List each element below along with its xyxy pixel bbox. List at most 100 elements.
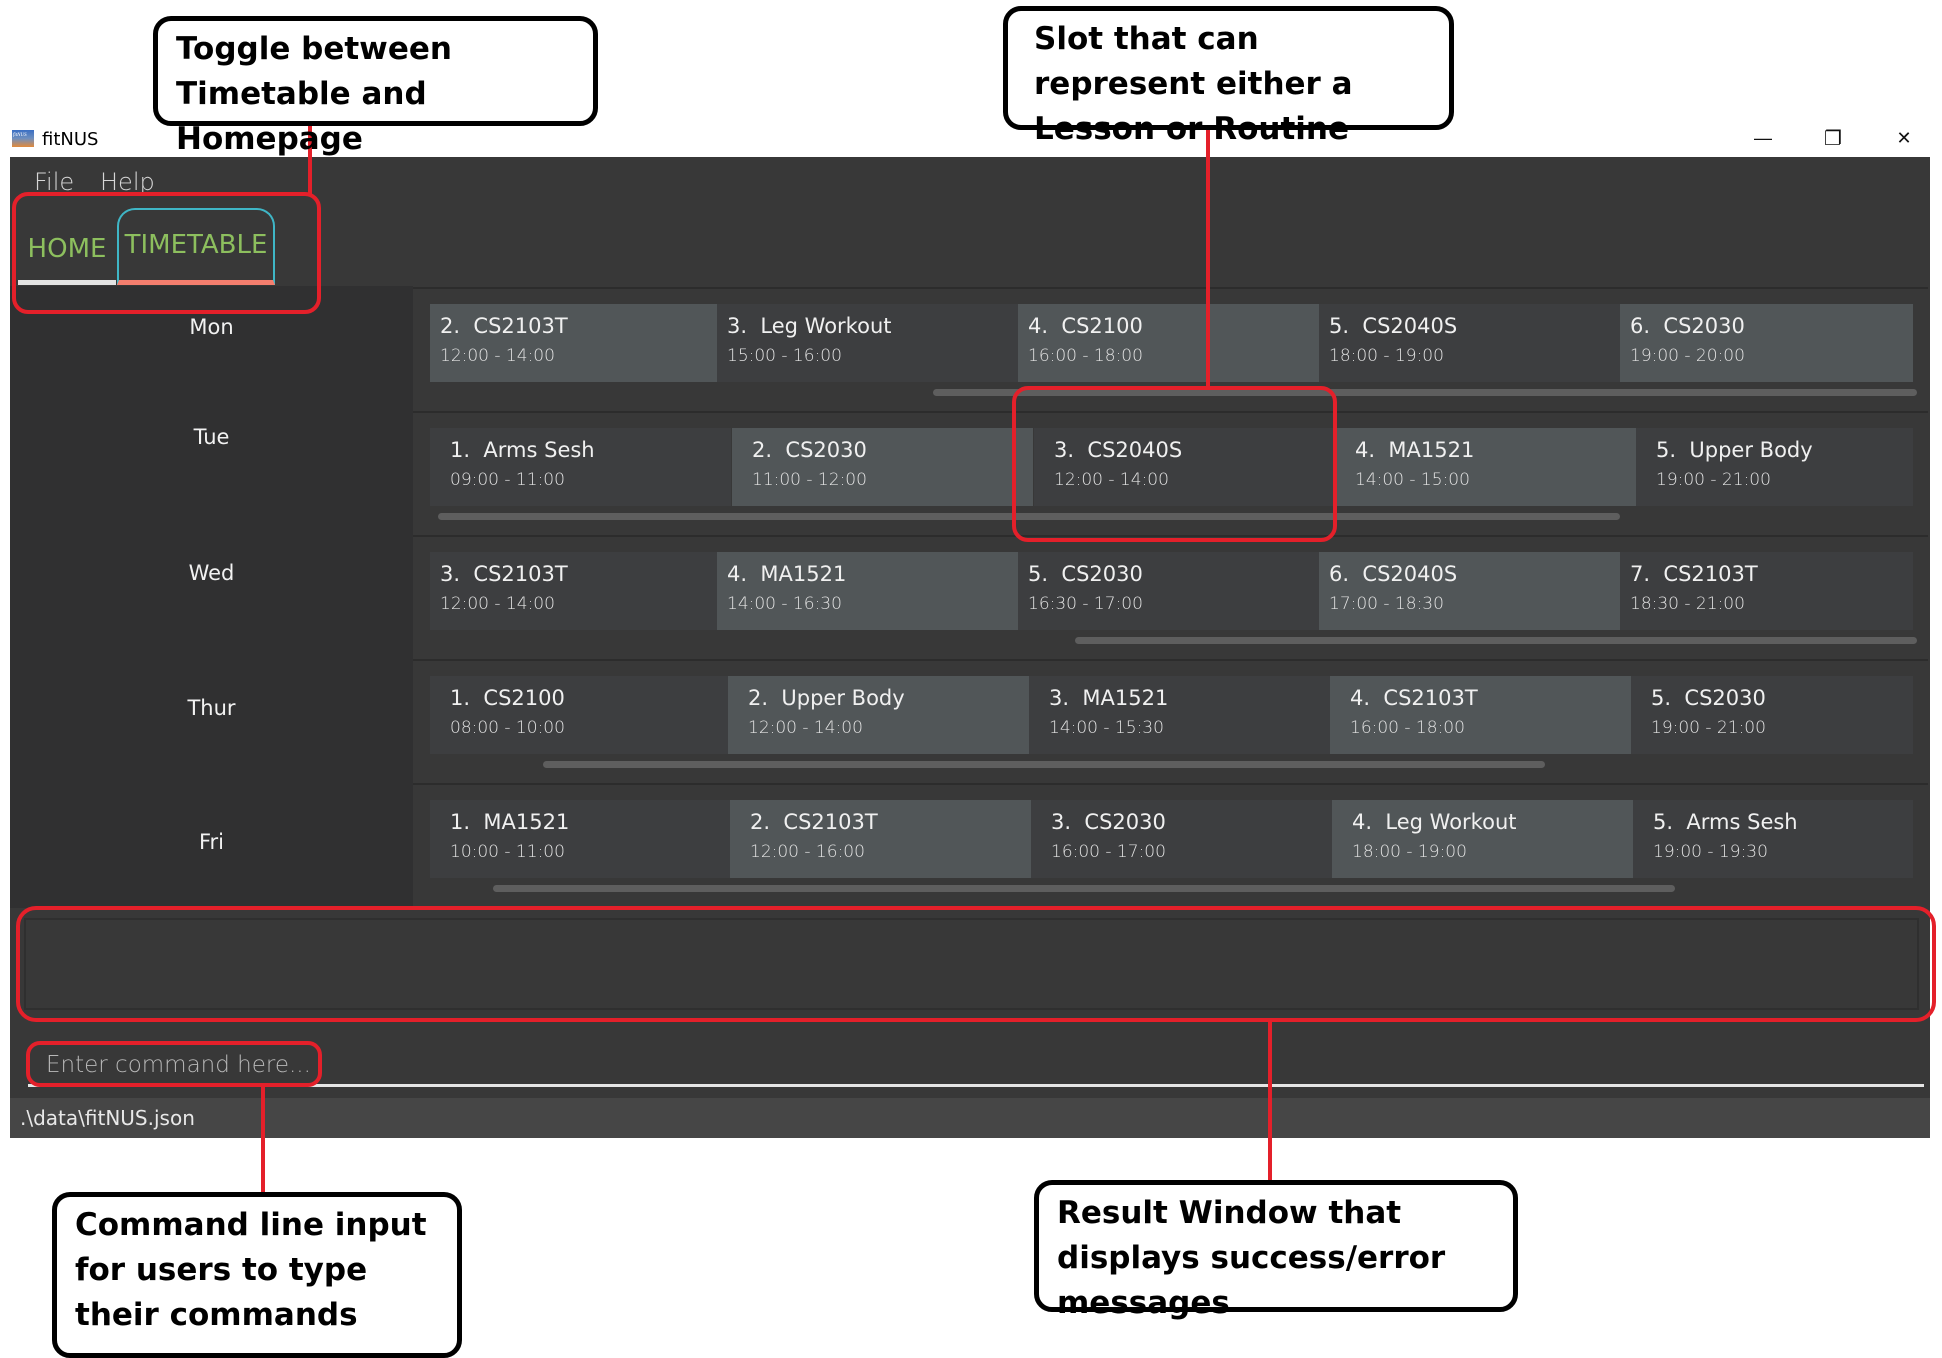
close-icon[interactable]: ✕ — [1886, 124, 1922, 152]
timetable-slot[interactable]: 1. Arms Sesh 09:00 - 11:00 — [430, 428, 731, 506]
annotation-callout-slot: Slot that can represent either a Lesson … — [1003, 6, 1454, 147]
horizontal-scrollbar[interactable] — [543, 761, 1545, 768]
timetable-slot[interactable]: 4. CS2103T 16:00 - 18:00 — [1330, 676, 1631, 754]
annotation-callout-command: Command line input for users to type the… — [52, 1192, 462, 1358]
slot-time: 12:00 - 14:00 — [440, 594, 555, 614]
slot-title: 1. Arms Sesh — [450, 438, 595, 462]
timetable-slot[interactable]: 3. MA1521 14:00 - 15:30 — [1029, 676, 1330, 754]
timetable-row-fri: 1. MA1521 10:00 - 11:00 2. CS2103T 12:00 -… — [413, 783, 1928, 908]
fitnus-logo-icon: fitNUS — [12, 130, 34, 147]
slot-time: 16:00 - 18:00 — [1350, 718, 1465, 738]
timetable-slot[interactable]: 4. CS2100 16:00 - 18:00 — [1018, 304, 1319, 382]
timetable-slot[interactable]: 5. CS2040S 18:00 - 19:00 — [1319, 304, 1620, 382]
annotation-connector — [1206, 126, 1210, 388]
annotation-highlight-result — [16, 906, 1936, 1022]
slot-time: 16:00 - 18:00 — [1028, 346, 1143, 366]
slot-title: 5. CS2040S — [1329, 314, 1458, 338]
slot-time: 18:00 - 19:00 — [1352, 842, 1467, 862]
slot-title: 5. CS2030 — [1651, 686, 1766, 710]
minimize-icon[interactable]: — — [1745, 124, 1781, 152]
timetable-slot[interactable]: 1. CS2100 08:00 - 10:00 — [430, 676, 731, 754]
slot-time: 12:00 - 16:00 — [750, 842, 865, 862]
slot-time: 10:00 - 11:00 — [450, 842, 565, 862]
day-label-fri: Fri — [198, 830, 225, 854]
timetable-slot[interactable]: 1. MA1521 10:00 - 11:00 — [430, 800, 731, 878]
slot-title: 4. MA1521 — [1355, 438, 1475, 462]
annotation-connector — [1268, 1020, 1272, 1184]
restore-icon[interactable]: ❐ — [1815, 124, 1851, 152]
slot-time: 18:00 - 19:00 — [1329, 346, 1444, 366]
slot-title: 2. CS2103T — [440, 314, 568, 338]
timetable-slot[interactable]: 6. CS2040S 17:00 - 18:30 — [1319, 552, 1620, 630]
slot-title: 1. MA1521 — [450, 810, 570, 834]
slot-time: 19:00 - 19:30 — [1653, 842, 1768, 862]
slot-time: 14:00 - 16:30 — [727, 594, 842, 614]
slot-time: 12:00 - 14:00 — [748, 718, 863, 738]
timetable-slot[interactable]: 4. Leg Workout 18:00 - 19:00 — [1332, 800, 1633, 878]
slot-title: 3. Leg Workout — [727, 314, 892, 338]
day-label-mon: Mon — [189, 315, 234, 339]
slot-time: 16:00 - 17:00 — [1051, 842, 1166, 862]
day-label-tue: Tue — [193, 425, 230, 449]
slot-title: 6. CS2030 — [1630, 314, 1745, 338]
status-bar-file-path: .\data\fitNUS.json — [10, 1098, 1930, 1138]
timetable-slot[interactable]: 3. Leg Workout 15:00 - 16:00 — [717, 304, 1018, 382]
slot-time: 12:00 - 14:00 — [440, 346, 555, 366]
timetable-slot[interactable]: 5. CS2030 19:00 - 21:00 — [1631, 676, 1913, 754]
timetable-slot[interactable]: 2. Upper Body 12:00 - 14:00 — [728, 676, 1029, 754]
annotation-callout-toggle: Toggle between Timetable and Homepage — [153, 16, 598, 157]
slot-time: 11:00 - 12:00 — [752, 470, 867, 490]
timetable-slot[interactable]: 5. Arms Sesh 19:00 - 19:30 — [1633, 800, 1913, 878]
slot-title: 6. CS2040S — [1329, 562, 1458, 586]
timetable-slot[interactable]: 6. CS2030 19:00 - 20:00 — [1620, 304, 1913, 382]
timetable-slot[interactable]: 5. Upper Body 19:00 - 21:00 — [1636, 428, 1913, 506]
slot-title: 2. CS2103T — [750, 810, 878, 834]
annotation-highlight-command — [26, 1041, 322, 1087]
slot-title: 4. CS2100 — [1028, 314, 1143, 338]
annotation-highlight-slot — [1012, 386, 1337, 542]
slot-time: 19:00 - 20:00 — [1630, 346, 1745, 366]
slot-time: 16:30 - 17:00 — [1028, 594, 1143, 614]
slot-title: 4. Leg Workout — [1352, 810, 1517, 834]
slot-time: 19:00 - 21:00 — [1651, 718, 1766, 738]
timetable-slot[interactable]: 2. CS2103T 12:00 - 16:00 — [730, 800, 1031, 878]
timetable-slot[interactable]: 5. CS2030 16:30 - 17:00 — [1018, 552, 1319, 630]
slot-time: 14:00 - 15:30 — [1049, 718, 1164, 738]
slot-time: 08:00 - 10:00 — [450, 718, 565, 738]
slot-title: 4. MA1521 — [727, 562, 847, 586]
timetable-slot[interactable]: 2. CS2030 11:00 - 12:00 — [732, 428, 1033, 506]
timetable-slot[interactable]: 3. CS2103T 12:00 - 14:00 — [430, 552, 731, 630]
day-label-thur: Thur — [187, 696, 236, 720]
slot-title: 4. CS2103T — [1350, 686, 1478, 710]
annotation-connector — [261, 1086, 265, 1198]
slot-title: 2. CS2030 — [752, 438, 867, 462]
slot-time: 18:30 - 21:00 — [1630, 594, 1745, 614]
timetable-row-thur: 1. CS2100 08:00 - 10:00 2. Upper Body 12:0… — [413, 659, 1928, 781]
slot-title: 5. Arms Sesh — [1653, 810, 1798, 834]
timetable-slot[interactable]: 3. CS2030 16:00 - 17:00 — [1031, 800, 1332, 878]
horizontal-scrollbar[interactable] — [1075, 637, 1917, 644]
timetable-row-wed: 3. CS2103T 12:00 - 14:00 4. MA1521 14:00 -… — [413, 535, 1928, 657]
window-title: fitNUS — [42, 129, 99, 150]
slot-time: 19:00 - 21:00 — [1656, 470, 1771, 490]
slot-title: 3. CS2030 — [1051, 810, 1166, 834]
day-column — [10, 286, 413, 910]
slot-title: 2. Upper Body — [748, 686, 905, 710]
slot-time: 17:00 - 18:30 — [1329, 594, 1444, 614]
timetable-slot[interactable]: 4. MA1521 14:00 - 15:00 — [1335, 428, 1636, 506]
slot-title: 5. CS2030 — [1028, 562, 1143, 586]
slot-time: 14:00 - 15:00 — [1355, 470, 1470, 490]
slot-time: 09:00 - 11:00 — [450, 470, 565, 490]
slot-title: 3. CS2103T — [440, 562, 568, 586]
slot-title: 5. Upper Body — [1656, 438, 1813, 462]
slot-time: 15:00 - 16:00 — [727, 346, 842, 366]
annotation-callout-result: Result Window that displays success/erro… — [1034, 1180, 1518, 1321]
slot-title: 7. CS2103T — [1630, 562, 1758, 586]
timetable-slot[interactable]: 4. MA1521 14:00 - 16:30 — [717, 552, 1018, 630]
slot-title: 3. MA1521 — [1049, 686, 1169, 710]
day-label-wed: Wed — [188, 561, 235, 585]
horizontal-scrollbar[interactable] — [493, 885, 1675, 892]
annotation-highlight-tabs — [12, 192, 321, 314]
timetable-slot[interactable]: 7. CS2103T 18:30 - 21:00 — [1620, 552, 1913, 630]
timetable-slot[interactable]: 2. CS2103T 12:00 - 14:00 — [430, 304, 731, 382]
